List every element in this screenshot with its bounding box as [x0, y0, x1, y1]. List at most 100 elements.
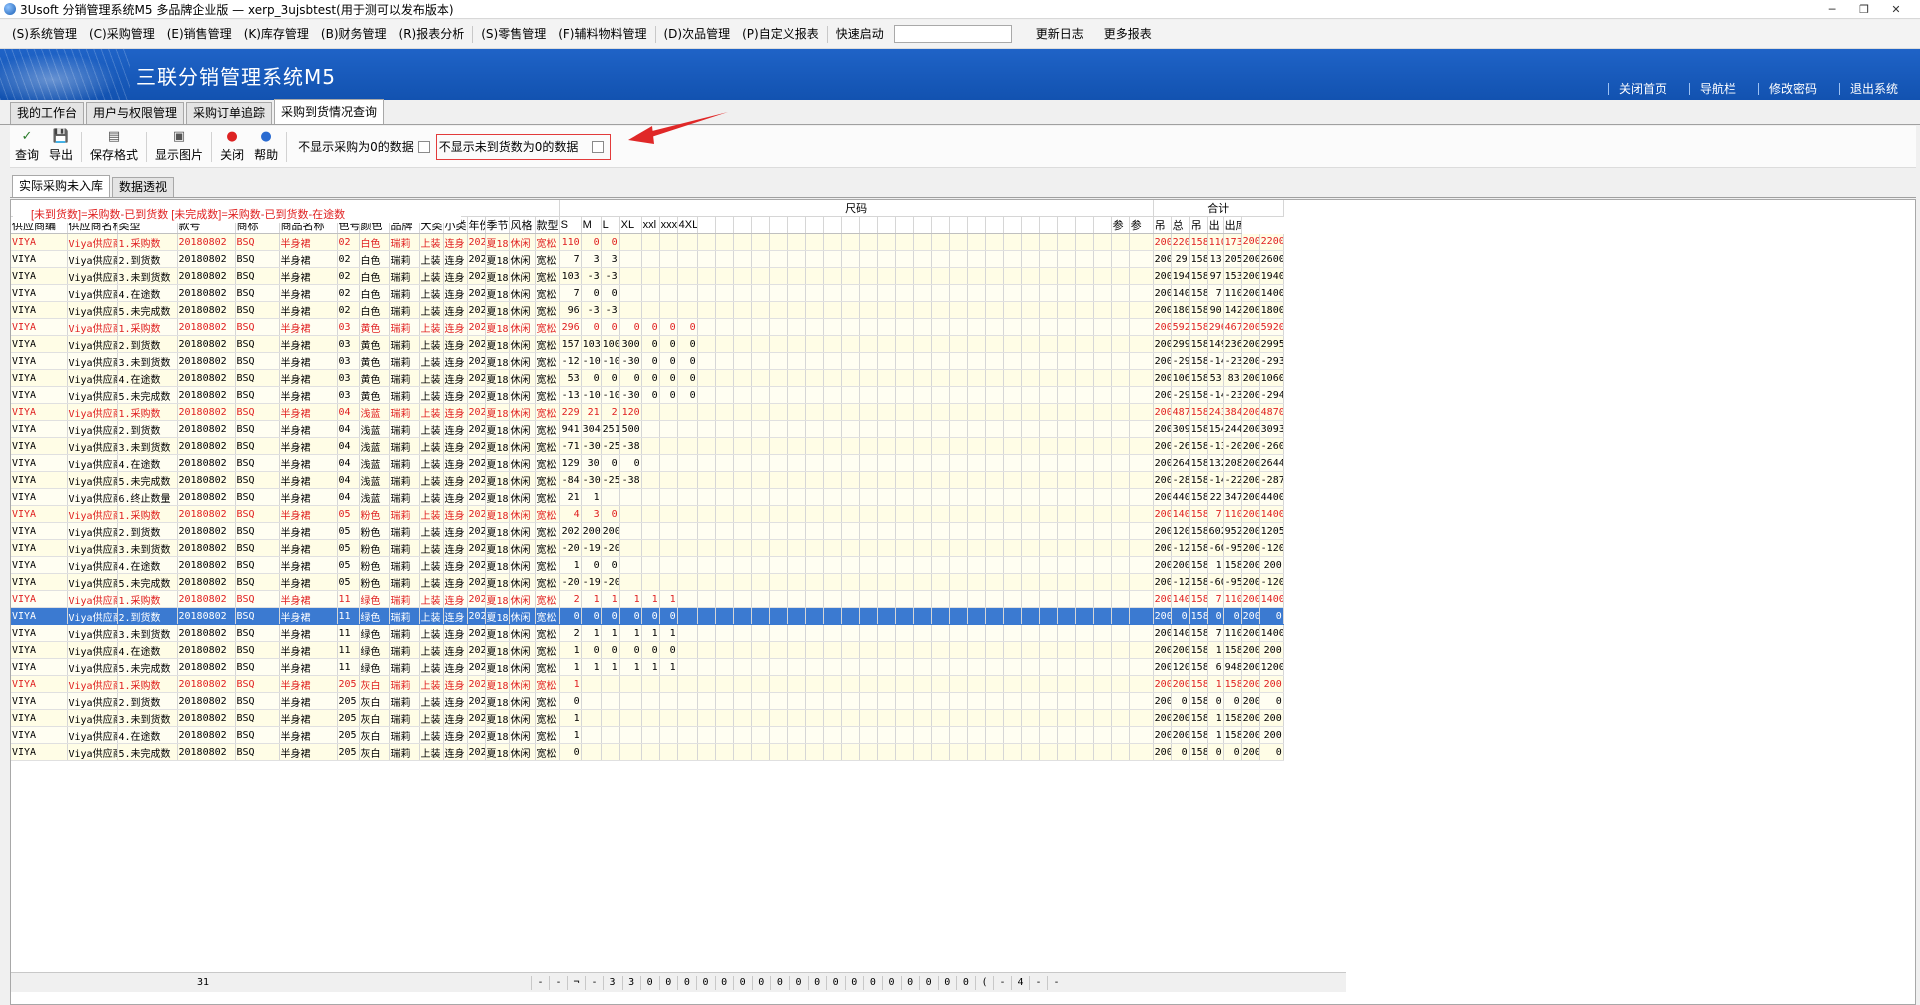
grid-column-header[interactable] [1057, 216, 1076, 234]
main-tab-0[interactable]: 我的工作台 [10, 102, 85, 124]
grid-column-header[interactable] [877, 216, 896, 234]
grid-column-header[interactable] [751, 216, 770, 234]
grid-column-header[interactable] [1075, 216, 1094, 234]
grid-column-header[interactable] [913, 216, 932, 234]
quick-launch-input[interactable] [893, 25, 1012, 43]
grid-column-header[interactable] [805, 216, 824, 234]
grid-column-header[interactable] [769, 216, 788, 234]
hide-zero-undelivered-checkbox[interactable] [592, 140, 605, 153]
table-row[interactable]: VIYAViya供应商3.未到货数20180802BSQ半身裙03黄色瑞莉上装连… [11, 352, 1284, 370]
table-row[interactable]: VIYAViya供应商5.未完成数20180802BSQ半身裙04浅蓝瑞莉上装连… [11, 471, 1284, 489]
table-row[interactable]: VIYAViya供应商5.未完成数20180802BSQ半身裙05粉色瑞莉上装连… [11, 573, 1284, 591]
table-row[interactable]: VIYAViya供应商5.未完成数20180802BSQ半身裙205灰白瑞莉上装… [11, 743, 1284, 761]
grid-column-header[interactable]: XL [619, 216, 642, 234]
table-row[interactable]: VIYAViya供应商4.在途数20180802BSQ半身裙205灰白瑞莉上装连… [11, 726, 1284, 744]
menu-item-2[interactable]: (E)销售管理 [161, 24, 238, 44]
table-row[interactable]: VIYAViya供应商1.采购数20180802BSQ半身裙205灰白瑞莉上装连… [11, 675, 1284, 693]
grid-column-header[interactable] [931, 216, 950, 234]
table-row[interactable]: VIYAViya供应商3.未到货数20180802BSQ半身裙04浅蓝瑞莉上装连… [11, 437, 1284, 455]
table-row[interactable]: VIYAViya供应商3.未到货数20180802BSQ半身裙02白色瑞莉上装连… [11, 267, 1284, 285]
toolbar-close-red-button[interactable]: ● 关闭 [215, 127, 249, 167]
table-row[interactable]: VIYAViya供应商3.未到货数20180802BSQ半身裙11绿色瑞莉上装连… [11, 624, 1284, 642]
main-tab-3[interactable]: 采购到货情况查询 [274, 99, 385, 124]
sub-tab-0[interactable]: 实际采购未入库 [12, 175, 111, 197]
table-row[interactable]: VIYAViya供应商2.到货数20180802BSQ半身裙04浅蓝瑞莉上装连身… [11, 420, 1284, 438]
menu-item-8[interactable]: (D)次品管理 [658, 24, 737, 44]
grid-column-header[interactable]: 总 [1171, 216, 1190, 234]
grid-column-header[interactable] [967, 216, 986, 234]
table-row[interactable]: VIYAViya供应商2.到货数20180802BSQ半身裙205灰白瑞莉上装连… [11, 692, 1284, 710]
grid-column-header[interactable] [697, 216, 716, 234]
hide-zero-undelivered-option[interactable]: 不显示未到货数为0的数据 [439, 138, 605, 155]
table-row[interactable]: VIYAViya供应商1.采购数20180802BSQ半身裙02白色瑞莉上装连身… [11, 233, 1284, 251]
minimize-icon[interactable]: ─ [1816, 0, 1848, 19]
grid-column-header[interactable] [823, 216, 842, 234]
grid-column-header[interactable] [1039, 216, 1058, 234]
grid-column-header[interactable] [787, 216, 806, 234]
banner-link-1[interactable]: 导航栏 [1688, 83, 1746, 95]
grid-column-header[interactable]: 参 [1111, 216, 1130, 234]
grid-column-header[interactable]: M [581, 216, 602, 234]
grid-column-header[interactable]: 参 [1129, 216, 1154, 234]
table-row[interactable]: VIYAViya供应商2.到货数20180802BSQ半身裙11绿色瑞莉上装连身… [11, 607, 1284, 625]
table-row[interactable]: VIYAViya供应商5.未完成数20180802BSQ半身裙11绿色瑞莉上装连… [11, 658, 1284, 676]
grid-column-header[interactable]: xxl [641, 216, 660, 234]
restore-icon[interactable]: ❐ [1848, 0, 1880, 19]
banner-link-2[interactable]: 修改密码 [1757, 83, 1827, 95]
toolbar-show-image-button[interactable]: ▣ 显示图片 [150, 127, 208, 167]
grid-column-header[interactable] [949, 216, 968, 234]
close-icon[interactable]: ✕ [1880, 0, 1912, 19]
table-row[interactable]: VIYAViya供应商4.在途数20180802BSQ半身裙11绿色瑞莉上装连身… [11, 641, 1284, 659]
grid-column-header[interactable] [985, 216, 1004, 234]
menu-item-0[interactable]: (S)系统管理 [6, 24, 83, 44]
menu-item-5[interactable]: (R)报表分析 [393, 24, 471, 44]
grid-column-header[interactable] [1003, 216, 1022, 234]
menu-item-7[interactable]: (F)辅料物料管理 [552, 24, 652, 44]
menu-item-9[interactable]: (P)自定义报表 [736, 24, 825, 44]
table-row[interactable]: VIYAViya供应商1.采购数20180802BSQ半身裙11绿色瑞莉上装连身… [11, 590, 1284, 608]
table-row[interactable]: VIYAViya供应商4.在途数20180802BSQ半身裙02白色瑞莉上装连身… [11, 284, 1284, 302]
grid-column-header[interactable]: 吊 [1189, 216, 1208, 234]
table-row[interactable]: VIYAViya供应商6.终止数量20180802BSQ半身裙04浅蓝瑞莉上装连… [11, 488, 1284, 506]
grid-column-header[interactable] [895, 216, 914, 234]
more-reports-link[interactable]: 更多报表 [1090, 24, 1158, 44]
table-row[interactable]: VIYAViya供应商1.采购数20180802BSQ半身裙05粉色瑞莉上装连身… [11, 505, 1284, 523]
grid-column-header[interactable] [733, 216, 752, 234]
grid-column-header[interactable]: 款型 [535, 216, 560, 234]
grid-column-header[interactable]: 4XL [677, 216, 698, 234]
grid-column-header[interactable]: 风格 [509, 216, 536, 234]
grid-column-header[interactable]: xxx [659, 216, 678, 234]
table-row[interactable]: VIYAViya供应商1.采购数20180802BSQ半身裙03黄色瑞莉上装连身… [11, 318, 1284, 336]
hide-zero-purchase-checkbox[interactable] [417, 140, 430, 153]
toolbar-export-button[interactable]: 💾 导出 [44, 127, 78, 167]
table-row[interactable]: VIYAViya供应商4.在途数20180802BSQ半身裙05粉色瑞莉上装连身… [11, 556, 1284, 574]
grid-column-header[interactable] [1021, 216, 1040, 234]
grid-column-header[interactable] [1093, 216, 1112, 234]
grid-column-header[interactable]: 季节 [485, 216, 510, 234]
table-row[interactable]: VIYAViya供应商3.未到货数20180802BSQ半身裙05粉色瑞莉上装连… [11, 539, 1284, 557]
menu-item-4[interactable]: (B)财务管理 [315, 24, 393, 44]
toolbar-query-button[interactable]: ✓ 查询 [10, 127, 44, 167]
main-tab-1[interactable]: 用户与权限管理 [86, 102, 185, 124]
grid-column-header[interactable]: S [559, 216, 582, 234]
table-row[interactable]: VIYAViya供应商3.未到货数20180802BSQ半身裙205灰白瑞莉上装… [11, 709, 1284, 727]
banner-link-3[interactable]: 退出系统 [1838, 83, 1908, 95]
data-grid[interactable]: [未到货数]=采购数-已到货数 [未完成数]=采购数-已到货数-在途数 尺码 合计… [11, 200, 1346, 963]
table-row[interactable]: VIYAViya供应商4.在途数20180802BSQ半身裙03黄色瑞莉上装连身… [11, 369, 1284, 387]
main-tab-2[interactable]: 采购订单追踪 [186, 102, 273, 124]
grid-column-header[interactable]: 吊 [1153, 216, 1172, 234]
hide-zero-purchase-option[interactable]: 不显示采购为0的数据 [298, 138, 430, 155]
menu-item-3[interactable]: (K)库存管理 [238, 24, 315, 44]
grid-column-header[interactable] [859, 216, 878, 234]
sub-tab-1[interactable]: 数据透视 [112, 177, 175, 197]
banner-link-0[interactable]: 关闭首页 [1607, 83, 1677, 95]
menu-item-6[interactable]: (S)零售管理 [475, 24, 552, 44]
grid-column-header[interactable]: 出 [1207, 216, 1224, 234]
table-row[interactable]: VIYAViya供应商4.在途数20180802BSQ半身裙04浅蓝瑞莉上装连身… [11, 454, 1284, 472]
toolbar-save-format-button[interactable]: ▤ 保存格式 [85, 127, 143, 167]
update-log-link[interactable]: 更新日志 [1026, 24, 1090, 44]
grid-column-header[interactable]: 年份 [467, 216, 486, 234]
table-row[interactable]: VIYAViya供应商2.到货数20180802BSQ半身裙03黄色瑞莉上装连身… [11, 335, 1284, 353]
grid-column-header[interactable]: 出库 [1223, 216, 1242, 234]
table-row[interactable]: VIYAViya供应商5.未完成数20180802BSQ半身裙03黄色瑞莉上装连… [11, 386, 1284, 404]
